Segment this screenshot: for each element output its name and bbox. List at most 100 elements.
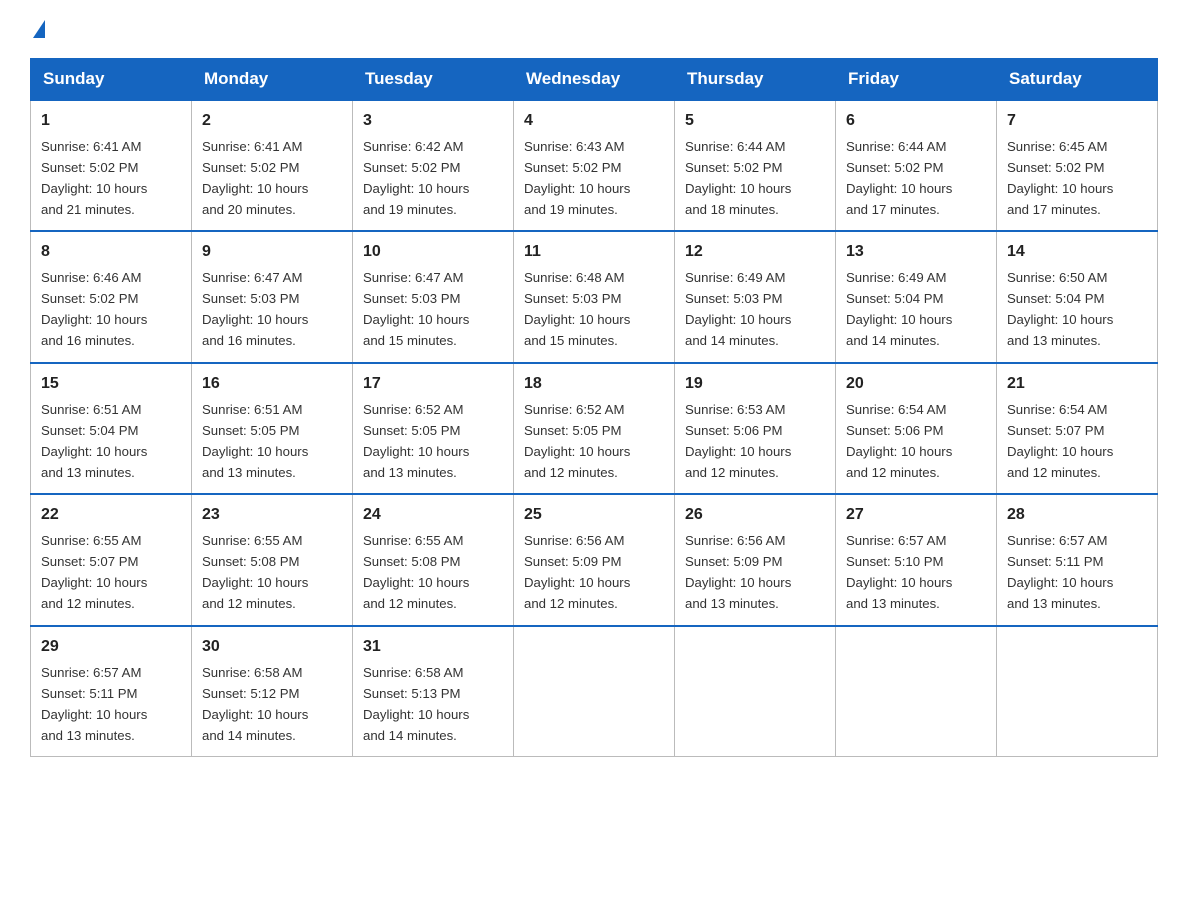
day-number: 13 [846, 240, 986, 265]
calendar-cell [997, 626, 1158, 757]
calendar-cell: 23 Sunrise: 6:55 AMSunset: 5:08 PMDayligh… [192, 494, 353, 625]
calendar-week-row: 29 Sunrise: 6:57 AMSunset: 5:11 PMDayligh… [31, 626, 1158, 757]
day-number: 2 [202, 109, 342, 134]
day-info: Sunrise: 6:44 AMSunset: 5:02 PMDaylight:… [846, 139, 952, 217]
day-info: Sunrise: 6:44 AMSunset: 5:02 PMDaylight:… [685, 139, 791, 217]
day-number: 28 [1007, 503, 1147, 528]
day-number: 29 [41, 635, 181, 660]
day-info: Sunrise: 6:43 AMSunset: 5:02 PMDaylight:… [524, 139, 630, 217]
day-number: 22 [41, 503, 181, 528]
day-number: 18 [524, 372, 664, 397]
day-number: 21 [1007, 372, 1147, 397]
day-info: Sunrise: 6:57 AMSunset: 5:10 PMDaylight:… [846, 533, 952, 611]
day-number: 9 [202, 240, 342, 265]
day-number: 31 [363, 635, 503, 660]
calendar-cell: 11 Sunrise: 6:48 AMSunset: 5:03 PMDayligh… [514, 231, 675, 362]
calendar-cell [836, 626, 997, 757]
calendar-cell: 29 Sunrise: 6:57 AMSunset: 5:11 PMDayligh… [31, 626, 192, 757]
logo [30, 20, 45, 40]
day-info: Sunrise: 6:42 AMSunset: 5:02 PMDaylight:… [363, 139, 469, 217]
calendar-cell: 21 Sunrise: 6:54 AMSunset: 5:07 PMDayligh… [997, 363, 1158, 494]
calendar-cell: 13 Sunrise: 6:49 AMSunset: 5:04 PMDayligh… [836, 231, 997, 362]
day-number: 20 [846, 372, 986, 397]
calendar-cell: 28 Sunrise: 6:57 AMSunset: 5:11 PMDayligh… [997, 494, 1158, 625]
calendar-cell: 2Sunrise: 6:41 AMSunset: 5:02 PMDaylight… [192, 100, 353, 231]
day-number: 17 [363, 372, 503, 397]
calendar-cell: 3 Sunrise: 6:42 AMSunset: 5:02 PMDaylight… [353, 100, 514, 231]
calendar-cell [514, 626, 675, 757]
day-number: 23 [202, 503, 342, 528]
day-number: 27 [846, 503, 986, 528]
day-info: Sunrise: 6:41 AMSunset: 5:02 PMDaylight:… [41, 139, 147, 217]
day-number: 25 [524, 503, 664, 528]
day-number: 15 [41, 372, 181, 397]
calendar-cell: 22 Sunrise: 6:55 AMSunset: 5:07 PMDayligh… [31, 494, 192, 625]
calendar-cell: 18 Sunrise: 6:52 AMSunset: 5:05 PMDayligh… [514, 363, 675, 494]
calendar-cell: 15 Sunrise: 6:51 AMSunset: 5:04 PMDayligh… [31, 363, 192, 494]
day-info: Sunrise: 6:56 AMSunset: 5:09 PMDaylight:… [524, 533, 630, 611]
day-info: Sunrise: 6:52 AMSunset: 5:05 PMDaylight:… [524, 402, 630, 480]
day-info: Sunrise: 6:49 AMSunset: 5:03 PMDaylight:… [685, 270, 791, 348]
day-number: 5 [685, 109, 825, 134]
day-info: Sunrise: 6:46 AMSunset: 5:02 PMDaylight:… [41, 270, 147, 348]
page-header [30, 20, 1158, 40]
calendar-cell: 9Sunrise: 6:47 AMSunset: 5:03 PMDaylight… [192, 231, 353, 362]
day-number: 11 [524, 240, 664, 265]
day-number: 26 [685, 503, 825, 528]
day-number: 6 [846, 109, 986, 134]
calendar-header-wednesday: Wednesday [514, 59, 675, 101]
calendar-cell: 7Sunrise: 6:45 AMSunset: 5:02 PMDaylight… [997, 100, 1158, 231]
day-info: Sunrise: 6:54 AMSunset: 5:07 PMDaylight:… [1007, 402, 1113, 480]
day-info: Sunrise: 6:49 AMSunset: 5:04 PMDaylight:… [846, 270, 952, 348]
day-number: 1 [41, 109, 181, 134]
day-info: Sunrise: 6:51 AMSunset: 5:04 PMDaylight:… [41, 402, 147, 480]
day-number: 19 [685, 372, 825, 397]
calendar-cell: 26 Sunrise: 6:56 AMSunset: 5:09 PMDayligh… [675, 494, 836, 625]
day-number: 4 [524, 109, 664, 134]
calendar-cell: 17 Sunrise: 6:52 AMSunset: 5:05 PMDayligh… [353, 363, 514, 494]
calendar-cell: 19Sunrise: 6:53 AMSunset: 5:06 PMDayligh… [675, 363, 836, 494]
calendar-cell: 24Sunrise: 6:55 AMSunset: 5:08 PMDayligh… [353, 494, 514, 625]
day-info: Sunrise: 6:52 AMSunset: 5:05 PMDaylight:… [363, 402, 469, 480]
calendar-cell: 4 Sunrise: 6:43 AMSunset: 5:02 PMDaylight… [514, 100, 675, 231]
day-number: 16 [202, 372, 342, 397]
calendar-week-row: 1 Sunrise: 6:41 AMSunset: 5:02 PMDaylight… [31, 100, 1158, 231]
calendar-cell: 1 Sunrise: 6:41 AMSunset: 5:02 PMDaylight… [31, 100, 192, 231]
calendar-table: SundayMondayTuesdayWednesdayThursdayFrid… [30, 58, 1158, 757]
day-info: Sunrise: 6:48 AMSunset: 5:03 PMDaylight:… [524, 270, 630, 348]
day-info: Sunrise: 6:57 AMSunset: 5:11 PMDaylight:… [1007, 533, 1113, 611]
day-number: 14 [1007, 240, 1147, 265]
day-number: 30 [202, 635, 342, 660]
calendar-cell [675, 626, 836, 757]
calendar-header-saturday: Saturday [997, 59, 1158, 101]
calendar-header-sunday: Sunday [31, 59, 192, 101]
day-number: 3 [363, 109, 503, 134]
day-info: Sunrise: 6:57 AMSunset: 5:11 PMDaylight:… [41, 665, 147, 743]
day-info: Sunrise: 6:56 AMSunset: 5:09 PMDaylight:… [685, 533, 791, 611]
calendar-cell: 10 Sunrise: 6:47 AMSunset: 5:03 PMDayligh… [353, 231, 514, 362]
calendar-header-row: SundayMondayTuesdayWednesdayThursdayFrid… [31, 59, 1158, 101]
calendar-week-row: 8 Sunrise: 6:46 AMSunset: 5:02 PMDaylight… [31, 231, 1158, 362]
day-number: 7 [1007, 109, 1147, 134]
day-number: 10 [363, 240, 503, 265]
calendar-cell: 8 Sunrise: 6:46 AMSunset: 5:02 PMDaylight… [31, 231, 192, 362]
calendar-cell: 6 Sunrise: 6:44 AMSunset: 5:02 PMDaylight… [836, 100, 997, 231]
calendar-cell: 25 Sunrise: 6:56 AMSunset: 5:09 PMDayligh… [514, 494, 675, 625]
calendar-cell: 30 Sunrise: 6:58 AMSunset: 5:12 PMDayligh… [192, 626, 353, 757]
day-number: 12 [685, 240, 825, 265]
logo-triangle-icon [33, 20, 45, 38]
day-info: Sunrise: 6:58 AMSunset: 5:13 PMDaylight:… [363, 665, 469, 743]
calendar-week-row: 22 Sunrise: 6:55 AMSunset: 5:07 PMDayligh… [31, 494, 1158, 625]
calendar-cell: 27 Sunrise: 6:57 AMSunset: 5:10 PMDayligh… [836, 494, 997, 625]
calendar-cell: 14Sunrise: 6:50 AMSunset: 5:04 PMDayligh… [997, 231, 1158, 362]
calendar-header-friday: Friday [836, 59, 997, 101]
day-info: Sunrise: 6:55 AMSunset: 5:07 PMDaylight:… [41, 533, 147, 611]
day-info: Sunrise: 6:58 AMSunset: 5:12 PMDaylight:… [202, 665, 308, 743]
day-number: 8 [41, 240, 181, 265]
day-info: Sunrise: 6:51 AMSunset: 5:05 PMDaylight:… [202, 402, 308, 480]
calendar-header-monday: Monday [192, 59, 353, 101]
day-info: Sunrise: 6:55 AMSunset: 5:08 PMDaylight:… [202, 533, 308, 611]
day-info: Sunrise: 6:47 AMSunset: 5:03 PMDaylight:… [363, 270, 469, 348]
day-number: 24 [363, 503, 503, 528]
calendar-cell: 12 Sunrise: 6:49 AMSunset: 5:03 PMDayligh… [675, 231, 836, 362]
